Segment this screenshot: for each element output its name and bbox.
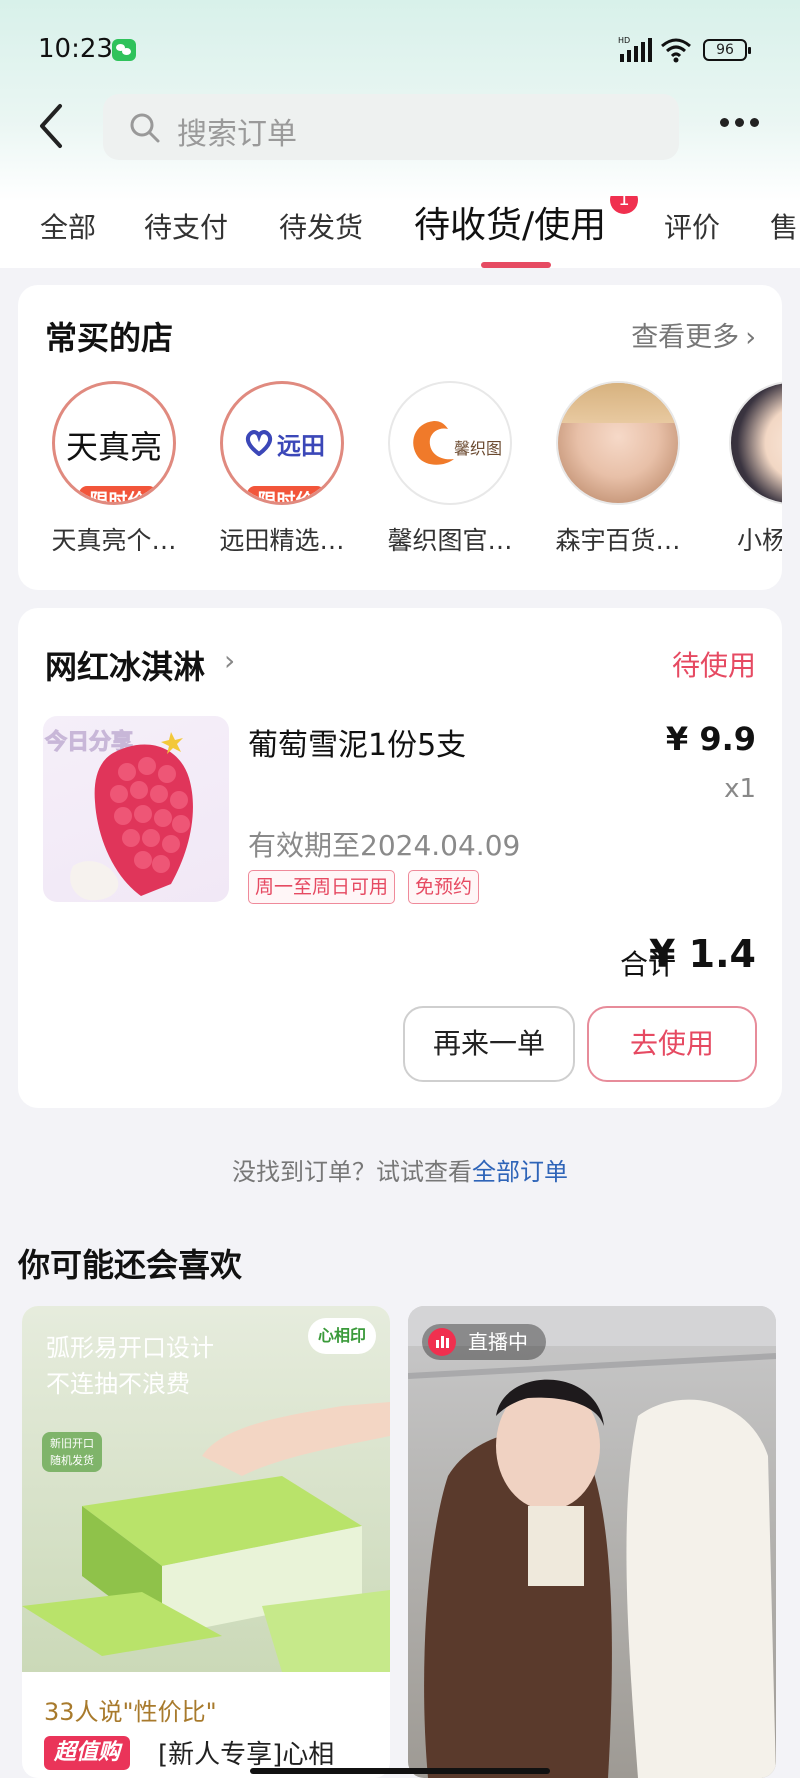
tissue-box-illustration [22,1402,390,1672]
all-orders-link[interactable]: 全部订单 [472,1158,568,1186]
store-item[interactable]: 森宇百货… [543,381,693,557]
order-card: 网红冰淇淋 › 待使用 今日分享 葡萄雪泥1份5支 ¥ 9.9 x1 有效期至2… [18,608,782,1108]
store-name: 馨织图官… [387,526,513,555]
recommendation-card[interactable]: 弧形易开口设计 不连抽不浪费 心相印 新旧开口 随机发货 33人说"性价比" 超… [22,1306,390,1778]
battery-icon: 96 [703,39,751,61]
store-name: 森宇百货… [555,526,681,555]
shop-name[interactable]: 网红冰淇淋 [45,642,205,688]
status-bar: 10:23 HD 96 [0,30,800,74]
order-tabs: 全部 待支付 待发货 待收货/使用 1 评价 售 [0,196,800,268]
svg-text:HD: HD [618,36,630,45]
product-validity: 有效期至2024.04.09 [248,829,521,862]
store-logo-text: 远田 [277,432,325,460]
ice-cream-illustration [70,732,193,901]
livestream-scene [408,1306,776,1778]
review-summary: 33人说"性价比" [44,1698,217,1726]
tab-badge: 1 [610,196,638,214]
store-name: 远田精选… [219,526,345,555]
product-image[interactable]: 今日分享 [43,716,229,902]
chevron-right-icon[interactable]: › [224,644,235,677]
store-logo-text: 天真亮 [65,428,162,466]
deal-badge: 超值购 [44,1736,131,1770]
store-logo: 馨织图 [388,381,512,505]
brand-swirl-icon [413,421,454,465]
tab-review[interactable]: 评价 [664,206,720,246]
store-name: 小杨 [737,526,782,555]
status-time: 10:23 [38,34,113,64]
store-logo: 天真亮 限时价 [52,381,176,505]
store-avatar [556,381,680,505]
more-options-icon[interactable] [718,116,762,130]
recommendation-card[interactable]: 直播中 [408,1306,776,1778]
store-logo-text: 馨织图 [454,439,503,458]
wifi-icon [661,38,691,63]
store-avatar [729,381,782,505]
store-name: 天真亮个… [51,526,177,555]
tab-pending-payment[interactable]: 待支付 [144,206,228,246]
store-item[interactable]: 远田 限时价 远田精选… [207,381,357,557]
use-button[interactable]: 去使用 [587,1006,757,1082]
frequent-stores-title: 常买的店 [45,319,174,357]
store-item[interactable]: 馨织图 馨织图官… [375,381,525,557]
not-found-hint: 没找到订单？试试查看全部订单 [0,1152,800,1187]
recommendations-title: 你可能还会喜欢 [18,1246,243,1284]
live-label: 直播中 [468,1330,528,1354]
store-item[interactable]: 天真亮 限时价 天真亮个… [39,381,189,557]
product-tag: 免预约 [408,870,480,904]
search-input[interactable]: 搜索订单 [103,94,679,160]
tab-pending-shipment[interactable]: 待发货 [279,206,363,246]
signal-icon: HD [618,36,652,62]
tab-pending-receipt[interactable]: 待收货/使用 [414,196,606,248]
product-name: [新人专享]心相 [158,1740,335,1770]
product-name: 葡萄雪泥1份5支 [248,728,467,763]
total-amount: ¥ 1.4 [649,932,756,976]
product-image: 弧形易开口设计 不连抽不浪费 心相印 新旧开口 随机发货 [22,1306,390,1672]
live-badge: 直播中 [422,1324,546,1360]
chevron-right-icon: › [745,322,756,353]
product-quantity: x1 [724,774,756,804]
live-icon [428,1328,456,1356]
home-indicator[interactable] [250,1768,550,1774]
store-item[interactable]: 小杨 [711,381,782,557]
active-tab-indicator [481,262,551,268]
product-tag: 周一至周日可用 [248,870,396,904]
wechat-icon [112,39,136,61]
reorder-button[interactable]: 再来一单 [403,1006,575,1082]
live-stream-thumbnail: 直播中 [408,1306,776,1778]
search-icon [130,113,160,143]
promo-tag: 限时价 [79,486,157,502]
heart-icon [245,430,273,456]
promo-tag: 限时价 [247,486,325,502]
see-more-label: 查看更多 [631,322,740,353]
tab-all[interactable]: 全部 [40,206,96,246]
back-icon[interactable] [36,102,66,150]
order-status: 待使用 [671,649,756,682]
not-found-text: 没找到订单？试试查看 [232,1158,472,1186]
store-logo: 远田 限时价 [220,381,344,505]
see-more-link[interactable]: 查看更多 › [631,315,756,354]
product-price: ¥ 9.9 [665,720,756,758]
tab-after-sales[interactable]: 售 [770,206,798,246]
frequent-stores-card: 常买的店 查看更多 › 天真亮 限时价 天真亮个… 远田 限时价 远田精选… 馨织… [18,285,782,590]
search-placeholder: 搜索订单 [177,117,297,152]
